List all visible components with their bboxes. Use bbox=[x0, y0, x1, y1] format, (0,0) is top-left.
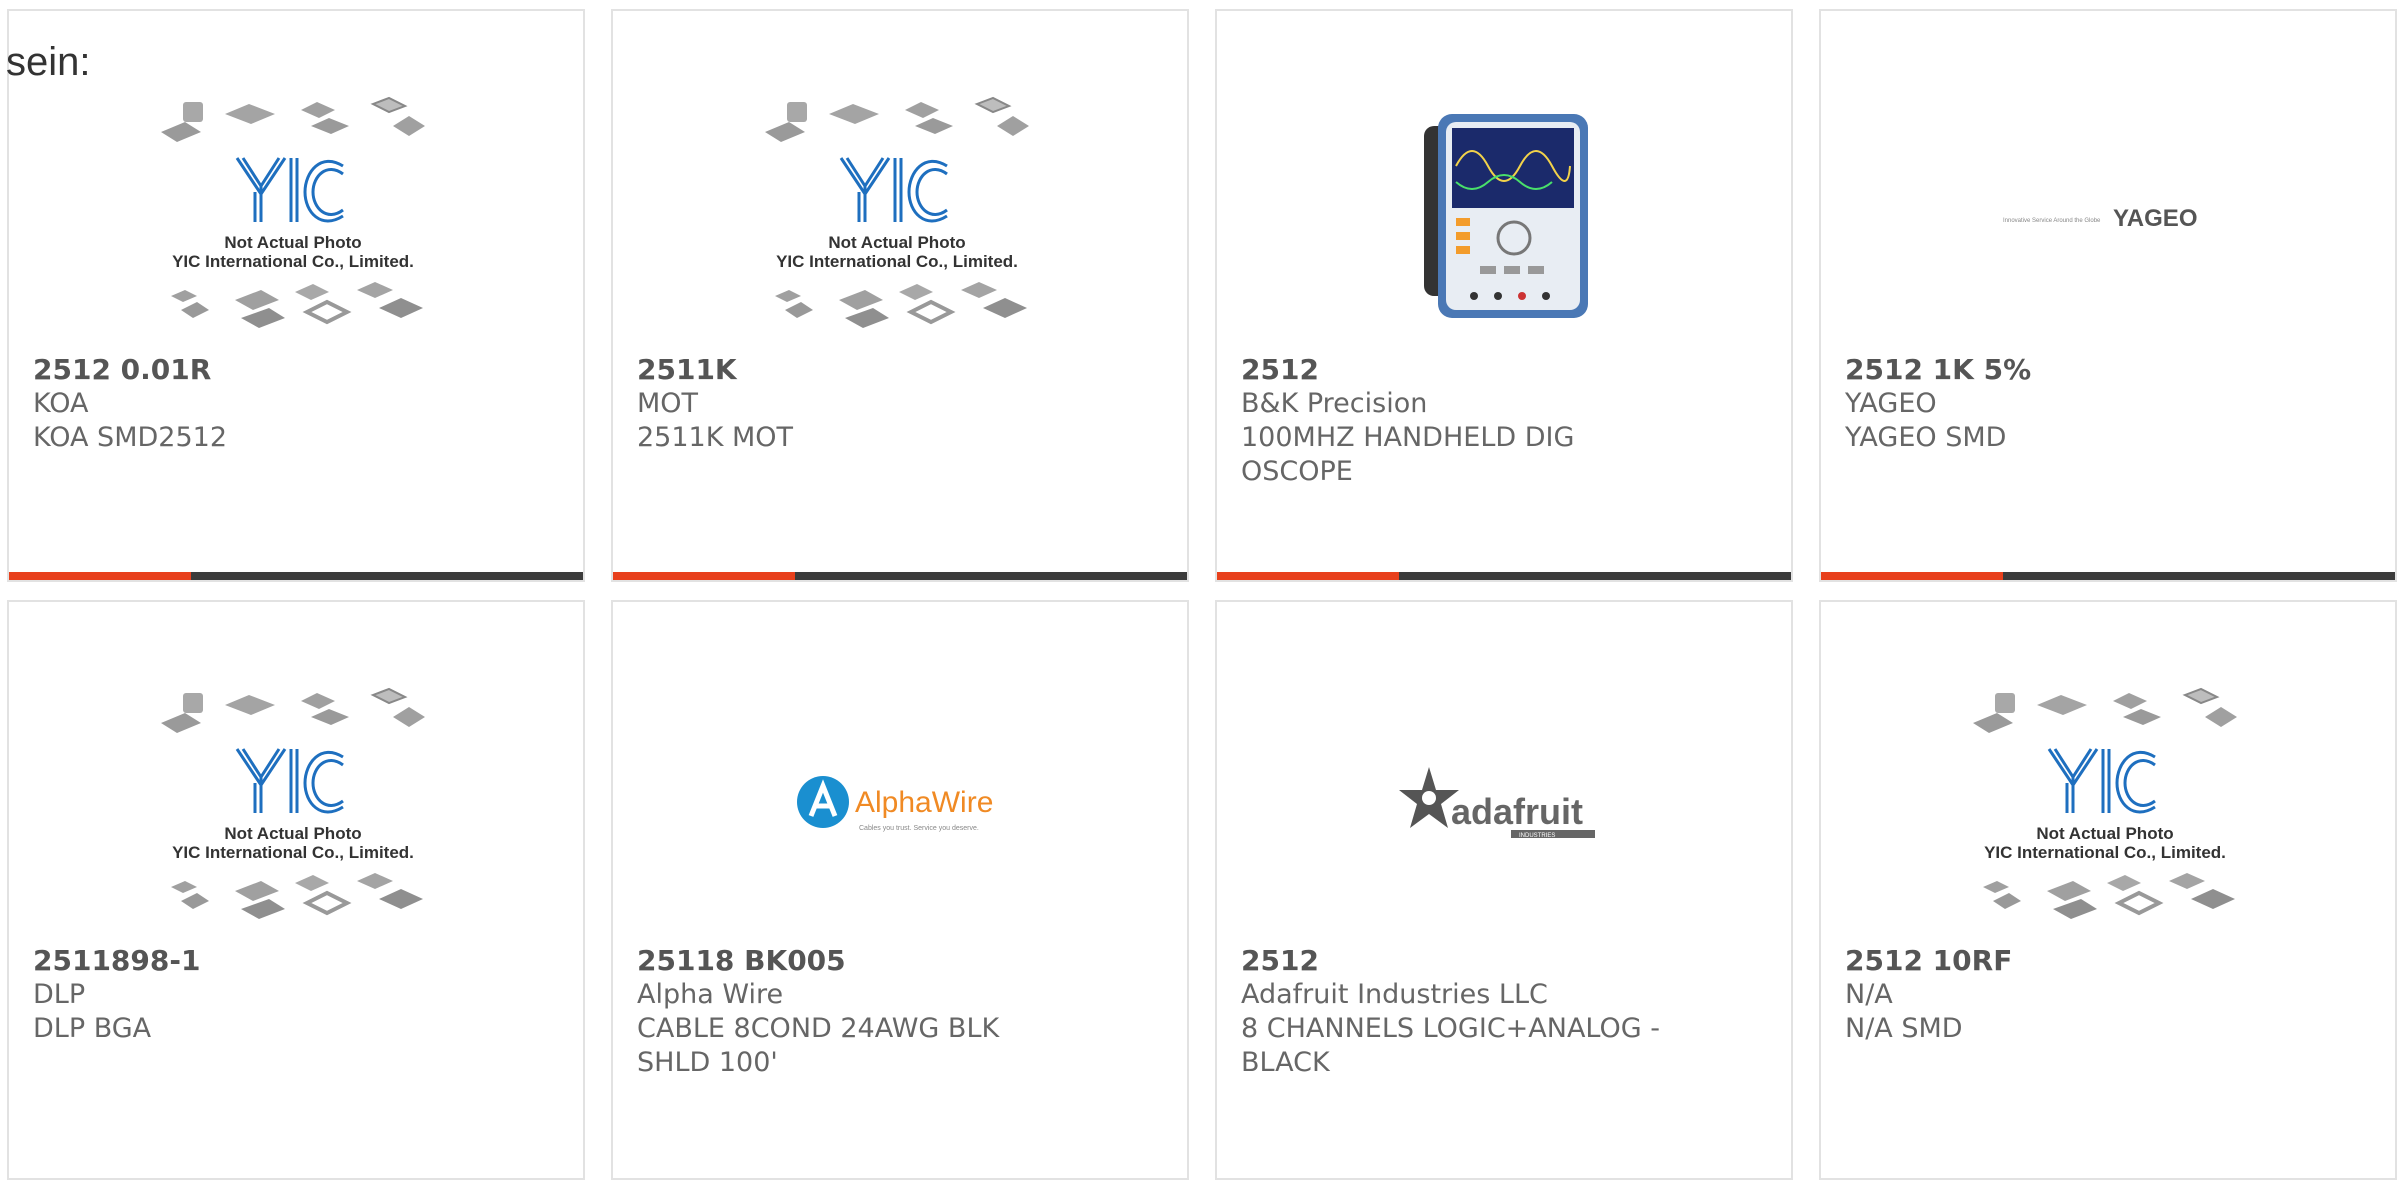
manufacturer: B&K Precision bbox=[1241, 388, 1428, 419]
svg-text:YAGEO: YAGEO bbox=[2113, 205, 2197, 232]
manufacturer: MOT bbox=[637, 388, 699, 419]
card-bottom-bar bbox=[1821, 572, 2395, 580]
manufacturer: KOA bbox=[33, 388, 89, 419]
product-image[interactable] bbox=[9, 667, 583, 947]
part-number-link[interactable]: 2512 0.01R bbox=[33, 353, 559, 387]
card-bottom-bar bbox=[9, 572, 583, 580]
yic-placeholder-image bbox=[765, 96, 1031, 330]
svg-text:adafruit: adafruit bbox=[1451, 791, 1583, 832]
manufacturer: N/A bbox=[1845, 979, 1893, 1010]
adafruit-logo: adafruit INDUSTRIES bbox=[1399, 767, 1595, 839]
card-bottom-bar bbox=[1217, 572, 1791, 580]
product-card[interactable]: AlphaWire Cables you trust. Service you … bbox=[611, 600, 1189, 1180]
page-label: sein: bbox=[6, 40, 91, 84]
part-number-link[interactable]: 2512 bbox=[1241, 353, 1767, 387]
product-card[interactable]: 2512 10RF N/A N/A SMD bbox=[1819, 600, 2397, 1180]
product-image[interactable]: AlphaWire Cables you trust. Service you … bbox=[613, 667, 1187, 947]
product-image[interactable] bbox=[613, 76, 1187, 356]
product-image[interactable] bbox=[1217, 76, 1791, 356]
svg-text:AlphaWire: AlphaWire bbox=[855, 786, 993, 819]
part-number-link[interactable]: 2512 10RF bbox=[1845, 944, 2371, 978]
product-card[interactable]: 2512 B&K Precision 100MHZ HANDHELD DIG O… bbox=[1215, 9, 1793, 582]
product-card[interactable]: adafruit INDUSTRIES 2512 Adafruit Indust… bbox=[1215, 600, 1793, 1180]
part-number-link[interactable]: 2512 bbox=[1241, 944, 1767, 978]
product-card[interactable]: 2512 0.01R KOA KOA SMD2512 bbox=[7, 9, 585, 582]
product-image[interactable]: adafruit INDUSTRIES bbox=[1217, 667, 1791, 947]
part-number-link[interactable]: 2512 1K 5% bbox=[1845, 353, 2371, 387]
manufacturer: DLP bbox=[33, 979, 86, 1010]
manufacturer: Alpha Wire bbox=[637, 979, 784, 1010]
oscilloscope-image bbox=[1424, 114, 1588, 318]
yic-placeholder-image bbox=[1973, 687, 2239, 921]
product-card[interactable]: 2511K MOT 2511K MOT bbox=[611, 9, 1189, 582]
description: YAGEO SMD bbox=[1845, 422, 2007, 453]
description: DLP BGA bbox=[33, 1013, 152, 1044]
yageo-logo: Innovative Service Around the Globe YAGE… bbox=[2003, 205, 2197, 232]
manufacturer: Adafruit Industries LLC bbox=[1241, 979, 1548, 1010]
product-image[interactable]: Innovative Service Around the Globe YAGE… bbox=[1821, 76, 2395, 356]
part-number-link[interactable]: 25118 BK005 bbox=[637, 944, 1163, 978]
product-image[interactable] bbox=[9, 76, 583, 356]
description: 100MHZ HANDHELD DIG OSCOPE bbox=[1241, 422, 1575, 487]
description: N/A SMD bbox=[1845, 1013, 1963, 1044]
svg-text:INDUSTRIES: INDUSTRIES bbox=[1519, 833, 1555, 839]
product-card[interactable]: Innovative Service Around the Globe YAGE… bbox=[1819, 9, 2397, 582]
manufacturer: YAGEO bbox=[1845, 388, 1937, 419]
yic-placeholder-image bbox=[161, 687, 427, 921]
part-number-link[interactable]: 2511898-1 bbox=[33, 944, 559, 978]
description: 2511K MOT bbox=[637, 422, 794, 453]
svg-text:Cables you trust. Service you: Cables you trust. Service you deserve. bbox=[859, 825, 979, 832]
product-image[interactable] bbox=[1821, 667, 2395, 947]
svg-text:Innovative Service Around the: Innovative Service Around the Globe bbox=[2003, 218, 2101, 224]
product-card[interactable]: 2511898-1 DLP DLP BGA bbox=[7, 600, 585, 1180]
description: CABLE 8COND 24AWG BLK SHLD 100' bbox=[637, 1013, 1000, 1078]
yic-placeholder-image bbox=[161, 96, 427, 330]
card-bottom-bar bbox=[613, 572, 1187, 580]
part-number-link[interactable]: 2511K bbox=[637, 353, 1163, 387]
description: KOA SMD2512 bbox=[33, 422, 227, 453]
alphawire-logo: AlphaWire Cables you trust. Service you … bbox=[797, 776, 993, 832]
description: 8 CHANNELS LOGIC+ANALOG - BLACK bbox=[1241, 1013, 1661, 1078]
